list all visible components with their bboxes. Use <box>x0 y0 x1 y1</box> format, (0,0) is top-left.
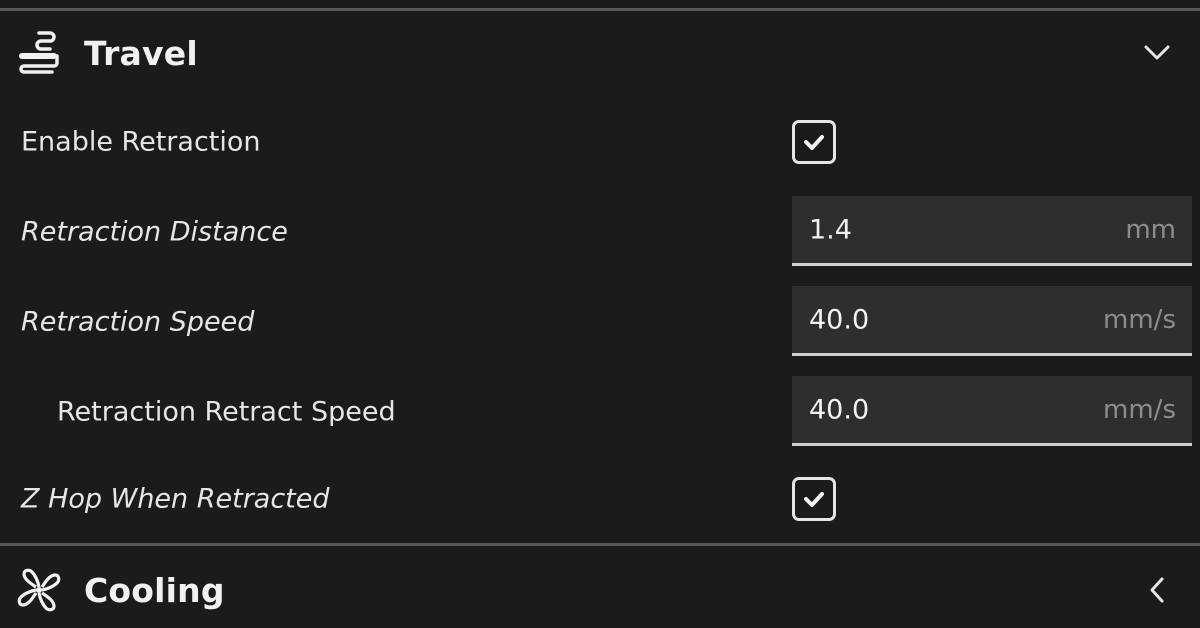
setting-row-retraction-speed: Retraction Speed 40.0 mm/s <box>0 286 1200 358</box>
checkmark-icon <box>804 135 824 150</box>
travel-icon <box>13 27 65 79</box>
top-divider <box>0 8 1200 11</box>
enable-retraction-label: Enable Retraction <box>21 126 261 158</box>
retraction-retract-speed-label: Retraction Retract Speed <box>57 396 396 428</box>
checkmark-icon <box>804 492 824 507</box>
retraction-retract-speed-value[interactable]: 40.0 <box>809 394 869 425</box>
settings-panel: Travel Enable Retraction Retraction Dist… <box>0 0 1200 628</box>
chevron-left-icon[interactable] <box>1142 575 1172 605</box>
retraction-speed-unit: mm/s <box>1103 304 1176 335</box>
retraction-distance-value[interactable]: 1.4 <box>809 214 852 245</box>
retraction-speed-field[interactable]: 40.0 mm/s <box>792 286 1192 356</box>
z-hop-when-retracted-checkbox[interactable] <box>792 477 836 521</box>
retraction-distance-label: Retraction Distance <box>21 216 288 248</box>
retraction-distance-unit: mm <box>1125 214 1176 245</box>
cooling-divider <box>0 543 1200 546</box>
cooling-section-header[interactable]: Cooling <box>0 551 1200 628</box>
z-hop-when-retracted-label: Z Hop When Retracted <box>21 483 330 515</box>
retraction-retract-speed-field[interactable]: 40.0 mm/s <box>792 376 1192 446</box>
cooling-section-title: Cooling <box>84 570 225 610</box>
retraction-speed-label: Retraction Speed <box>21 306 255 338</box>
fan-icon <box>13 564 65 616</box>
setting-row-retraction-retract-speed: Retraction Retract Speed 40.0 mm/s <box>0 376 1200 448</box>
retraction-distance-field[interactable]: 1.4 mm <box>792 196 1192 266</box>
setting-row-enable-retraction: Enable Retraction <box>0 106 1200 178</box>
retraction-retract-speed-unit: mm/s <box>1103 394 1176 425</box>
travel-section-header[interactable]: Travel <box>0 14 1200 92</box>
setting-row-retraction-distance: Retraction Distance 1.4 mm <box>0 196 1200 268</box>
travel-section-title: Travel <box>84 33 198 73</box>
setting-row-z-hop-when-retracted: Z Hop When Retracted <box>0 463 1200 535</box>
chevron-down-icon[interactable] <box>1142 38 1172 68</box>
retraction-speed-value[interactable]: 40.0 <box>809 304 869 335</box>
enable-retraction-checkbox[interactable] <box>792 120 836 164</box>
